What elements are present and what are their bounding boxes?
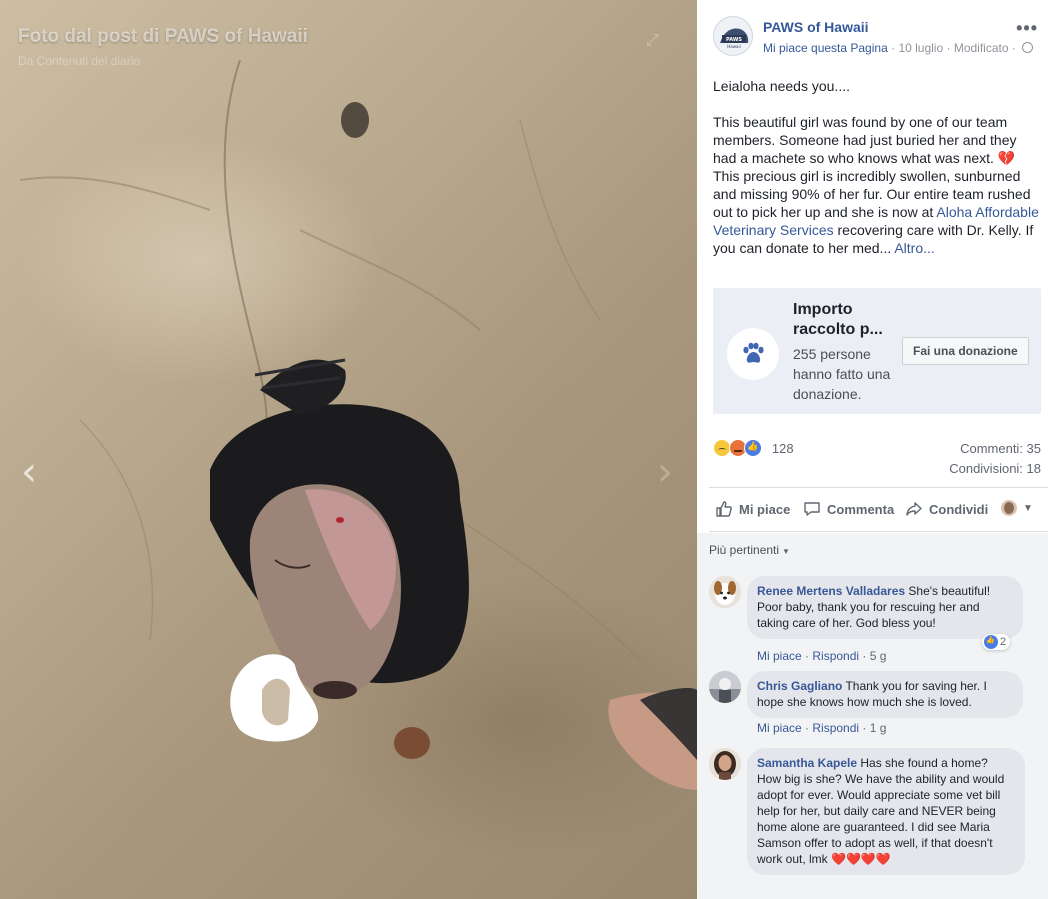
- edited-label[interactable]: Modificato: [954, 41, 1009, 55]
- photo-image: [19, 59, 697, 790]
- comment-reply-link[interactable]: Rispondi: [812, 649, 859, 663]
- commenter-avatar[interactable]: [709, 671, 741, 703]
- photo-caption: Foto dal post di PAWS of Hawaii: [18, 26, 308, 47]
- comments-filter[interactable]: Più pertinenti ▼: [709, 543, 790, 557]
- comment-text: Has she found a home? How big is she? We…: [757, 756, 1005, 866]
- comment-label: Commenta: [827, 501, 895, 517]
- thumbs-up-icon: [716, 501, 732, 517]
- comments-count[interactable]: Commenti: 35: [960, 441, 1041, 456]
- svg-text:PAWS: PAWS: [726, 37, 742, 43]
- share-icon: [906, 502, 922, 516]
- reaction-as-selector[interactable]: ▼: [1001, 500, 1033, 516]
- commenter-avatar[interactable]: [709, 748, 741, 780]
- post-paragraph-2: This beautiful girl was found by one of …: [713, 113, 1043, 257]
- comment-actions: Mi piace · Rispondi · 1 g: [757, 721, 887, 735]
- like-page-link[interactable]: Mi piace questa Pagina: [763, 41, 888, 55]
- dog-photo-icon: [709, 576, 741, 608]
- paws-logo-icon: PAWS Hawaii: [714, 17, 752, 55]
- comment-time[interactable]: 1 g: [870, 721, 887, 735]
- comment-time[interactable]: 5 g: [870, 649, 887, 663]
- like-reaction-icon: [744, 439, 763, 457]
- chevron-down-icon: ▼: [782, 547, 790, 556]
- comment-author[interactable]: Chris Gagliano: [757, 679, 842, 693]
- comment-icon: [804, 502, 820, 516]
- paw-icon: [727, 328, 779, 380]
- comment-author[interactable]: Renee Mertens Valladares: [757, 584, 905, 598]
- comment-reaction-count: 2: [1000, 636, 1007, 648]
- post-paragraph-1: Leialoha needs you....: [713, 78, 850, 94]
- more-options-icon[interactable]: •••: [1016, 18, 1038, 39]
- post-sidebar: PAWS Hawaii PAWS of Hawaii Mi piace ques…: [697, 0, 1048, 899]
- share-button[interactable]: Condividi: [905, 500, 988, 518]
- post-text-part: This beautiful girl was found by one of …: [713, 114, 1017, 166]
- comment-bubble: Renee Mertens Valladares She's beautiful…: [747, 576, 1023, 639]
- chevron-down-icon: ▼: [1023, 502, 1033, 514]
- page-avatar[interactable]: PAWS Hawaii: [713, 16, 753, 56]
- comment-author[interactable]: Samantha Kapele: [757, 756, 857, 770]
- filter-label: Più pertinenti: [709, 543, 780, 557]
- person-photo-icon: [709, 671, 741, 703]
- expand-icon[interactable]: ⤢: [646, 32, 659, 50]
- post-date[interactable]: 10 luglio: [898, 41, 943, 55]
- reactions-summary[interactable]: 128: [713, 439, 794, 459]
- globe-icon[interactable]: [1022, 42, 1034, 53]
- like-button[interactable]: Mi piace: [715, 500, 790, 518]
- comment-item: Chris Gagliano Thank you for saving her.…: [709, 671, 1040, 741]
- commenter-avatar[interactable]: [709, 576, 741, 608]
- comments-area: Più pertinenti ▼ Renee Mertens Valladares…: [697, 533, 1048, 899]
- comment-like-link[interactable]: Mi piace: [757, 721, 802, 735]
- meta-separator: ·: [946, 41, 954, 55]
- user-avatar: [1001, 500, 1017, 516]
- see-more-link[interactable]: Altro...: [894, 240, 934, 256]
- comment-item: Samantha Kapele Has she found a home? Ho…: [709, 748, 1040, 899]
- broken-heart-icon: 💔: [997, 150, 1016, 166]
- comment-bubble: Chris Gagliano Thank you for saving her.…: [747, 671, 1023, 718]
- photo-subcaption: Da Contenuti del diario: [18, 54, 141, 68]
- fundraiser-title[interactable]: Importo raccolto p...: [793, 300, 903, 340]
- meta-separator: ·: [1011, 41, 1020, 55]
- fundraiser-description: 255 persone hanno fatto una donazione.: [793, 346, 891, 402]
- comment-bubble: Samantha Kapele Has she found a home? Ho…: [747, 748, 1025, 875]
- comment-button[interactable]: Commenta: [803, 500, 894, 518]
- post-meta: Mi piace questa Pagina · 10 luglio · Mod…: [763, 41, 1034, 55]
- fundraiser-card[interactable]: Importo raccolto p... 255 persone hanno …: [713, 288, 1041, 414]
- post-text: Leialoha needs you.... This beautiful gi…: [713, 77, 1043, 275]
- comment-reactions[interactable]: 2: [982, 634, 1011, 650]
- heart-emoji-icon: ❤️❤️❤️❤️: [831, 852, 891, 866]
- page-name[interactable]: PAWS of Hawaii: [763, 19, 869, 35]
- post-header: PAWS Hawaii PAWS of Hawaii Mi piace ques…: [713, 16, 1040, 60]
- post-photo[interactable]: Foto dal post di PAWS of Hawaii Da Conte…: [0, 0, 697, 899]
- reaction-count[interactable]: 128: [772, 441, 794, 456]
- donate-button[interactable]: Fai una donazione: [902, 337, 1029, 365]
- svg-text:Hawaii: Hawaii: [727, 44, 740, 49]
- person-photo-icon: [709, 748, 741, 780]
- divider: [709, 487, 1048, 488]
- chevron-left-icon[interactable]: ‹: [14, 450, 44, 494]
- comment-item: Renee Mertens Valladares She's beautiful…: [709, 576, 1040, 666]
- chevron-right-icon[interactable]: ›: [650, 450, 680, 494]
- divider: [709, 531, 1048, 532]
- comment-reply-link[interactable]: Rispondi: [812, 721, 859, 735]
- post-actions: Mi piace Commenta Condividi ▼: [709, 494, 1040, 526]
- comment-actions: Mi piace · Rispondi · 5 g: [757, 649, 887, 663]
- share-label: Condividi: [929, 501, 989, 517]
- shares-count[interactable]: Condivisioni: 18: [949, 461, 1041, 476]
- like-reaction-icon: [984, 635, 998, 649]
- like-label: Mi piace: [739, 501, 791, 517]
- comment-like-link[interactable]: Mi piace: [757, 649, 802, 663]
